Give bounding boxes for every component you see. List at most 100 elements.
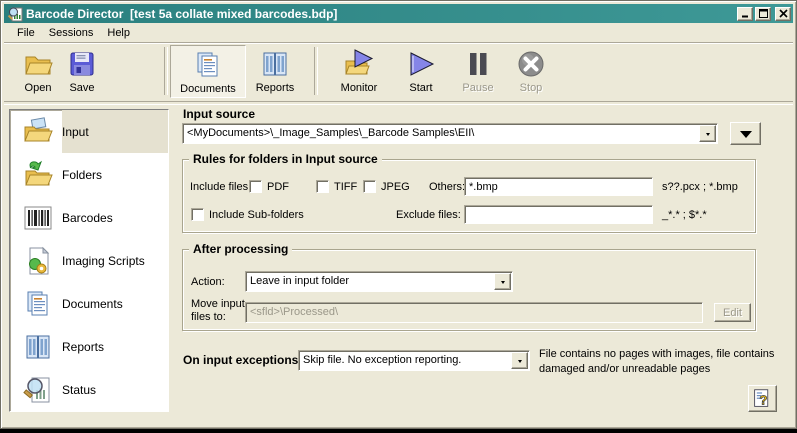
documents-icon [192, 49, 224, 81]
sidebar-item-folders[interactable]: Folders [10, 153, 168, 196]
sidebar-item-imaging-scripts[interactable]: Imaging Scripts [10, 239, 168, 282]
open-folder-icon [22, 48, 54, 80]
input-exceptions-label: On input exceptions: [183, 353, 303, 367]
save-floppy-icon [66, 48, 98, 80]
exclude-files-hint: _*.* ; $*.* [662, 209, 707, 221]
reports-icon [22, 331, 54, 363]
input-source-label: Input source [183, 107, 256, 121]
toolbar-label: Reports [255, 82, 295, 94]
save-button[interactable]: Save [61, 45, 103, 98]
title-bar[interactable]: Barcode Director [test 5a collate mixed … [4, 4, 793, 23]
minimize-icon [741, 15, 748, 18]
exclude-files-input[interactable] [464, 205, 653, 224]
pause-button: Pause [453, 45, 503, 98]
close-icon [778, 9, 788, 18]
action-combobox[interactable]: Leave in input folder [245, 271, 513, 292]
action-value: Leave in input folder [250, 275, 350, 287]
minimize-button[interactable] [737, 6, 753, 21]
sidebar-item-label: Imaging Scripts [62, 253, 145, 268]
after-processing-groupbox: After processing Action: Leave in input … [182, 242, 756, 331]
include-files-label: Include files: [190, 181, 252, 193]
others-label: Others: [429, 181, 466, 193]
pdf-checkbox[interactable] [249, 180, 262, 193]
edit-button: Edit [714, 303, 751, 322]
toolbar-label: Save [69, 82, 95, 94]
open-button[interactable]: Open [14, 45, 62, 98]
input-source-combobox[interactable]: <MyDocuments>\_Image_Samples\_Barcode Sa… [182, 123, 718, 144]
toolbar-label: Start [409, 82, 433, 94]
input-exceptions-combobox[interactable]: Skip file. No exception reporting. [298, 350, 530, 371]
sidebar-item-label: Barcodes [62, 210, 113, 225]
input-source-dropdown-button[interactable] [699, 125, 716, 142]
sidebar-item-label: Documents [62, 296, 123, 311]
monitor-button[interactable]: Monitor [326, 45, 392, 98]
input-source-value: <MyDocuments>\_Image_Samples\_Barcode Sa… [187, 127, 475, 139]
action-label: Action: [191, 276, 225, 288]
chevron-down-icon [500, 281, 505, 286]
folders-icon [22, 159, 54, 191]
exclude-files-label: Exclude files: [396, 209, 461, 221]
menu-help[interactable]: Help [100, 25, 137, 41]
toolbar-separator [164, 47, 168, 95]
toolbar-label: Open [24, 82, 52, 94]
input-source-browse-dropdown-button[interactable] [730, 122, 761, 145]
input-exceptions-hint: File contains no pages with images, file… [539, 348, 775, 375]
svg-text:?: ? [759, 393, 767, 408]
sidebar-nav: Input Folders Barcodes Imaging Scripts D… [9, 109, 169, 412]
include-subfolders-checkbox[interactable] [191, 208, 204, 221]
documents-toggle-button[interactable]: Documents [170, 45, 246, 98]
tiff-checkbox-label: TIFF [334, 181, 358, 193]
help-button[interactable]: ? [748, 385, 777, 412]
input-exceptions-dropdown-button[interactable] [511, 352, 528, 369]
sidebar-item-label: Folders [62, 167, 103, 182]
stop-icon [515, 48, 547, 80]
monitor-icon [343, 48, 375, 80]
others-hint: s??.pcx ; *.bmp [662, 181, 738, 193]
sidebar-item-reports[interactable]: Reports [10, 325, 168, 368]
pdf-checkbox-label: PDF [267, 181, 289, 193]
reports-icon [259, 48, 291, 80]
chevron-down-icon [517, 360, 522, 365]
move-input-field: <sfld>\Processed\ [245, 302, 703, 323]
window-controls [735, 6, 791, 21]
window-title: Barcode Director [test 5a collate mixed … [26, 6, 338, 21]
toolbar-label: Documents [180, 83, 236, 95]
maximize-button[interactable] [755, 6, 771, 21]
maximize-icon [758, 9, 768, 18]
tiff-checkbox[interactable] [316, 180, 329, 193]
rules-groupbox: Rules for folders in Input source Includ… [182, 152, 756, 233]
menu-sessions[interactable]: Sessions [42, 25, 101, 41]
after-processing-title: After processing [189, 242, 293, 256]
chevron-down-icon [739, 130, 752, 144]
sidebar-item-label: Status [62, 382, 97, 397]
app-window: Barcode Director [test 5a collate mixed … [0, 0, 797, 429]
jpeg-checkbox[interactable] [363, 180, 376, 193]
rules-groupbox-title: Rules for folders in Input source [189, 152, 382, 166]
others-input[interactable]: *.bmp [464, 177, 653, 196]
input-exceptions-value: Skip file. No exception reporting. [303, 354, 462, 366]
barcode-magnifier-icon [7, 6, 23, 22]
status-icon [22, 374, 54, 406]
action-dropdown-button[interactable] [494, 273, 511, 290]
menu-file[interactable]: File [10, 25, 42, 41]
sidebar-item-label: Input [62, 124, 89, 139]
sidebar-item-input[interactable]: Input [10, 110, 168, 153]
include-subfolders-label: Include Sub-folders [209, 209, 304, 221]
toolbar-label: Stop [519, 82, 543, 94]
toolbar-separator [314, 47, 318, 95]
start-button[interactable]: Start [396, 45, 446, 98]
toolbar-divider [4, 101, 793, 105]
barcodes-icon [22, 202, 54, 234]
stop-button: Stop [506, 45, 556, 98]
sidebar-item-documents[interactable]: Documents [10, 282, 168, 325]
close-button[interactable] [775, 6, 791, 21]
pause-icon [462, 48, 494, 80]
sidebar-item-barcodes[interactable]: Barcodes [10, 196, 168, 239]
imaging-scripts-icon [22, 245, 54, 277]
menu-bar: File Sessions Help [4, 23, 793, 43]
sidebar-item-status[interactable]: Status [10, 368, 168, 411]
jpeg-checkbox-label: JPEG [381, 181, 410, 193]
reports-toggle-button[interactable]: Reports [248, 45, 302, 98]
chevron-down-icon [705, 133, 710, 138]
documents-icon [22, 288, 54, 320]
